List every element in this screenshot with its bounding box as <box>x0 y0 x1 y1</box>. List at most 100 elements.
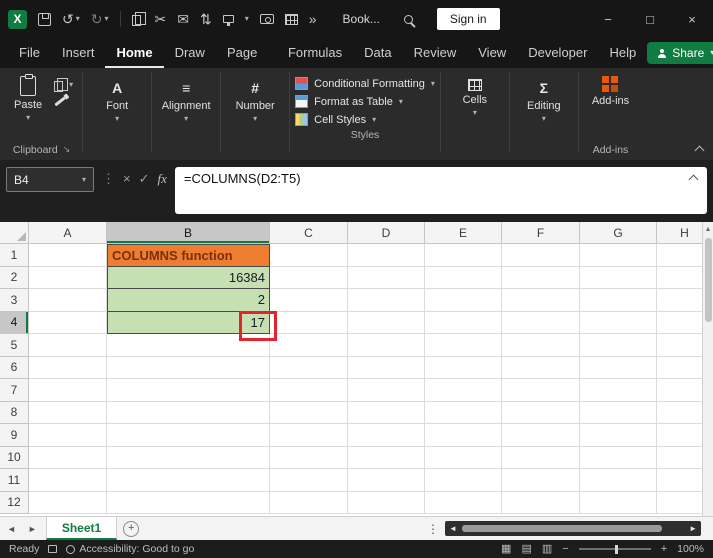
editing-group-collapsed[interactable]: Σ Editing ▾ <box>515 70 573 123</box>
cell-A11[interactable] <box>29 469 107 492</box>
cell-E5[interactable] <box>425 334 502 357</box>
cell-F8[interactable] <box>502 401 580 424</box>
cell-E6[interactable] <box>425 356 502 379</box>
page-break-view-icon[interactable]: ▥ <box>542 543 552 555</box>
column-header-E[interactable]: E <box>425 222 502 244</box>
mail-icon[interactable]: ✉ <box>177 12 189 26</box>
scroll-left-icon[interactable]: ◄ <box>449 524 457 533</box>
cell-A10[interactable] <box>29 446 107 469</box>
sign-in-button[interactable]: Sign in <box>436 8 500 30</box>
cell-B8[interactable] <box>107 401 270 424</box>
column-header-A[interactable]: A <box>29 222 107 244</box>
cell-D7[interactable] <box>348 379 425 402</box>
cell-D11[interactable] <box>348 469 425 492</box>
cell-B9[interactable] <box>107 424 270 447</box>
cell-B3[interactable]: 2 <box>107 289 270 312</box>
cell-styles-button[interactable]: Cell Styles ▾ <box>295 113 435 126</box>
sort-icon[interactable]: ⇅ <box>200 12 212 26</box>
cell-D10[interactable] <box>348 446 425 469</box>
column-header-G[interactable]: G <box>580 222 657 244</box>
row-header-9[interactable]: 9 <box>0 424 29 447</box>
row-header-8[interactable]: 8 <box>0 401 29 424</box>
clipboard-dialog-launcher-icon[interactable]: ↘ <box>63 144 71 155</box>
cell-A1[interactable] <box>29 244 107 267</box>
cell-D2[interactable] <box>348 266 425 289</box>
cell-E7[interactable] <box>425 379 502 402</box>
cell-A8[interactable] <box>29 401 107 424</box>
cell-G8[interactable] <box>580 401 657 424</box>
scroll-right-icon[interactable]: ► <box>689 524 697 533</box>
cell-E10[interactable] <box>425 446 502 469</box>
cell-G12[interactable] <box>580 491 657 514</box>
cell-F1[interactable] <box>502 244 580 267</box>
cell-E12[interactable] <box>425 491 502 514</box>
camera-icon[interactable] <box>259 14 274 24</box>
cells-group-collapsed[interactable]: Cells ▾ <box>446 70 504 117</box>
cell-C3[interactable] <box>270 289 348 312</box>
cell-F3[interactable] <box>502 289 580 312</box>
cell-C9[interactable] <box>270 424 348 447</box>
cell-F4[interactable] <box>502 311 580 334</box>
sheet-nav-left-icon[interactable]: ◄ <box>4 524 19 534</box>
paint-caret-icon[interactable]: ▾ <box>245 15 249 23</box>
cell-B5[interactable] <box>107 334 270 357</box>
tab-page-layout[interactable]: Page Layout <box>216 38 277 90</box>
accessibility-status-button[interactable]: Accessibility: Good to go <box>66 543 194 555</box>
row-header-7[interactable]: 7 <box>0 379 29 402</box>
format-painter-button[interactable] <box>54 96 73 107</box>
collapse-formula-bar-icon[interactable] <box>688 174 699 185</box>
cell-D4[interactable] <box>348 311 425 334</box>
zoom-slider-thumb[interactable] <box>614 544 618 554</box>
cell-D1[interactable] <box>348 244 425 267</box>
zoom-level-label[interactable]: 100% <box>677 543 704 555</box>
cell-B1[interactable]: COLUMNS function <box>107 244 270 267</box>
cell-D5[interactable] <box>348 334 425 357</box>
maximize-button[interactable]: □ <box>629 0 671 38</box>
cell-C4[interactable] <box>270 311 348 334</box>
undo-caret-icon[interactable]: ▾ <box>76 15 80 23</box>
cell-F6[interactable] <box>502 356 580 379</box>
cell-D9[interactable] <box>348 424 425 447</box>
cell-A3[interactable] <box>29 289 107 312</box>
cell-B6[interactable] <box>107 356 270 379</box>
name-box-caret-icon[interactable]: ▾ <box>82 175 86 184</box>
cell-E1[interactable] <box>425 244 502 267</box>
cell-C11[interactable] <box>270 469 348 492</box>
zoom-in-button[interactable]: + <box>661 543 667 555</box>
copy-button[interactable]: ▾ <box>54 78 73 92</box>
alignment-group-collapsed[interactable]: ≡ Alignment ▾ <box>157 70 215 123</box>
cell-A5[interactable] <box>29 334 107 357</box>
cell-A7[interactable] <box>29 379 107 402</box>
tab-file[interactable]: File <box>8 38 51 68</box>
cell-B12[interactable] <box>107 491 270 514</box>
cell-D3[interactable] <box>348 289 425 312</box>
cell-G1[interactable] <box>580 244 657 267</box>
undo-button[interactable]: ↺ ▾ <box>62 12 80 26</box>
cell-D12[interactable] <box>348 491 425 514</box>
row-header-3[interactable]: 3 <box>0 289 29 312</box>
cell-C5[interactable] <box>270 334 348 357</box>
row-header-2[interactable]: 2 <box>0 266 29 289</box>
cell-A9[interactable] <box>29 424 107 447</box>
redo-button[interactable]: ↻ ▾ <box>91 12 109 26</box>
cell-D6[interactable] <box>348 356 425 379</box>
tab-insert[interactable]: Insert <box>51 38 106 68</box>
sheet-nav-right-icon[interactable]: ► <box>25 524 40 534</box>
search-button[interactable] <box>403 14 417 24</box>
collapse-ribbon-icon[interactable] <box>694 145 705 156</box>
cell-A2[interactable] <box>29 266 107 289</box>
cell-E9[interactable] <box>425 424 502 447</box>
cell-G9[interactable] <box>580 424 657 447</box>
sheet-tab-sheet1[interactable]: Sheet1 <box>45 517 118 540</box>
column-header-D[interactable]: D <box>348 222 425 244</box>
name-box[interactable]: B4 ▾ <box>6 167 94 192</box>
vertical-scrollbar-thumb[interactable] <box>704 238 712 322</box>
tab-data[interactable]: Data <box>353 38 402 68</box>
scroll-up-icon[interactable]: ▲ <box>703 222 713 236</box>
cell-G6[interactable] <box>580 356 657 379</box>
cell-A6[interactable] <box>29 356 107 379</box>
cell-B4[interactable]: 17 <box>107 310 277 341</box>
share-button[interactable]: Share ▾ <box>647 42 713 64</box>
cell-E8[interactable] <box>425 401 502 424</box>
tab-help[interactable]: Help <box>598 38 647 68</box>
